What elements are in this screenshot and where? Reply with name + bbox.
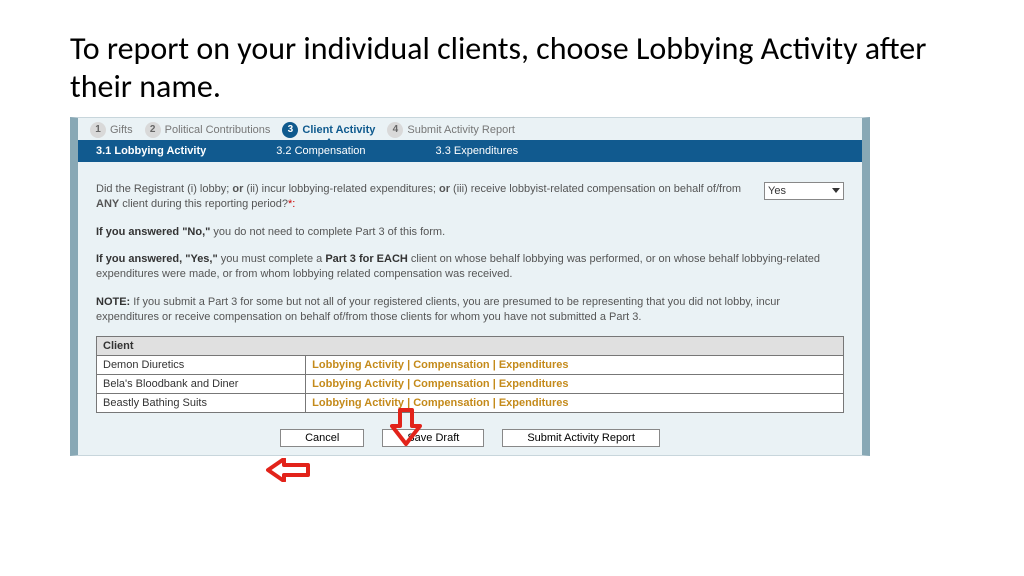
client-name: Demon Diuretics — [97, 355, 306, 374]
subnav-expenditures[interactable]: 3.3 Expenditures — [436, 145, 519, 157]
client-actions: Lobbying Activity | Compensation | Expen… — [306, 374, 844, 393]
client-actions: Lobbying Activity | Compensation | Expen… — [306, 355, 844, 374]
subnav-compensation[interactable]: 3.2 Compensation — [276, 145, 365, 157]
para-yes-t1: you must complete a — [218, 253, 326, 265]
q-text: client during this reporting period? — [119, 198, 288, 210]
para-yes: If you answered, "Yes," you must complet… — [96, 252, 844, 283]
subnav: 3.1 Lobbying Activity 3.2 Compensation 3… — [78, 140, 862, 162]
step-number: 2 — [145, 122, 161, 138]
q-or: or — [439, 183, 450, 195]
page-title: To report on your individual clients, ch… — [70, 30, 954, 107]
step-political-contributions[interactable]: 2 Political Contributions — [145, 122, 271, 138]
para-no-bold: If you answered "No," — [96, 226, 210, 238]
para-note: NOTE: If you submit a Part 3 for some bu… — [96, 295, 844, 326]
lobbying-activity-link[interactable]: Lobbying Activity — [312, 359, 404, 371]
q-text: (ii) incur lobbying-related expenditures… — [243, 183, 439, 195]
compensation-link[interactable]: Compensation — [413, 359, 489, 371]
q-or: or — [232, 183, 243, 195]
para-no-text: you do not need to complete Part 3 of th… — [210, 226, 445, 238]
chevron-down-icon — [832, 188, 840, 193]
client-name: Bela's Bloodbank and Diner — [97, 374, 306, 393]
save-draft-button[interactable]: Save Draft — [382, 429, 484, 447]
subnav-lobbying-activity[interactable]: 3.1 Lobbying Activity — [96, 145, 206, 157]
submit-button[interactable]: Submit Activity Report — [502, 429, 660, 447]
para-note-t: If you submit a Part 3 for some but not … — [96, 296, 780, 323]
para-yes-b2: Part 3 for EACH — [325, 253, 408, 265]
table-row: Demon Diuretics Lobbying Activity | Comp… — [97, 355, 844, 374]
form-content: Did the Registrant (i) lobby; or (ii) in… — [78, 162, 862, 419]
required-star: *: — [288, 198, 295, 210]
para-note-b: NOTE: — [96, 296, 130, 308]
button-row: Cancel Save Draft Submit Activity Report — [78, 419, 862, 455]
question-text: Did the Registrant (i) lobby; or (ii) in… — [96, 182, 750, 213]
answer-value: Yes — [768, 185, 786, 197]
para-yes-b1: If you answered, "Yes," — [96, 253, 218, 265]
step-number: 3 — [282, 122, 298, 138]
step-label: Gifts — [110, 124, 133, 136]
expenditures-link[interactable]: Expenditures — [499, 359, 569, 371]
wizard-steps: 1 Gifts 2 Political Contributions 3 Clie… — [78, 118, 862, 140]
lobbying-activity-link[interactable]: Lobbying Activity — [312, 378, 404, 390]
form-panel: 1 Gifts 2 Political Contributions 3 Clie… — [70, 117, 870, 456]
table-row: Beastly Bathing Suits Lobbying Activity … — [97, 393, 844, 412]
q-any: ANY — [96, 198, 119, 210]
step-label: Submit Activity Report — [407, 124, 515, 136]
answer-select[interactable]: Yes — [764, 182, 844, 200]
step-number: 4 — [387, 122, 403, 138]
expenditures-link[interactable]: Expenditures — [499, 378, 569, 390]
step-label: Client Activity — [302, 124, 375, 136]
compensation-link[interactable]: Compensation — [413, 378, 489, 390]
q-text: (iii) receive lobbyist-related compensat… — [450, 183, 741, 195]
step-number: 1 — [90, 122, 106, 138]
clients-table: Client Demon Diuretics Lobbying Activity… — [96, 336, 844, 413]
table-row: Bela's Bloodbank and Diner Lobbying Acti… — [97, 374, 844, 393]
para-no: If you answered "No," you do not need to… — [96, 225, 844, 240]
compensation-link[interactable]: Compensation — [413, 397, 489, 409]
annotation-arrow-left-icon — [266, 458, 310, 482]
question-row: Did the Registrant (i) lobby; or (ii) in… — [96, 182, 844, 213]
lobbying-activity-link[interactable]: Lobbying Activity — [312, 397, 404, 409]
step-label: Political Contributions — [165, 124, 271, 136]
client-actions: Lobbying Activity | Compensation | Expen… — [306, 393, 844, 412]
cancel-button[interactable]: Cancel — [280, 429, 364, 447]
clients-header: Client — [97, 336, 844, 355]
step-client-activity[interactable]: 3 Client Activity — [282, 122, 375, 138]
step-gifts[interactable]: 1 Gifts — [90, 122, 133, 138]
step-submit-report[interactable]: 4 Submit Activity Report — [387, 122, 515, 138]
q-text: Did the Registrant (i) lobby; — [96, 183, 232, 195]
client-name: Beastly Bathing Suits — [97, 393, 306, 412]
expenditures-link[interactable]: Expenditures — [499, 397, 569, 409]
